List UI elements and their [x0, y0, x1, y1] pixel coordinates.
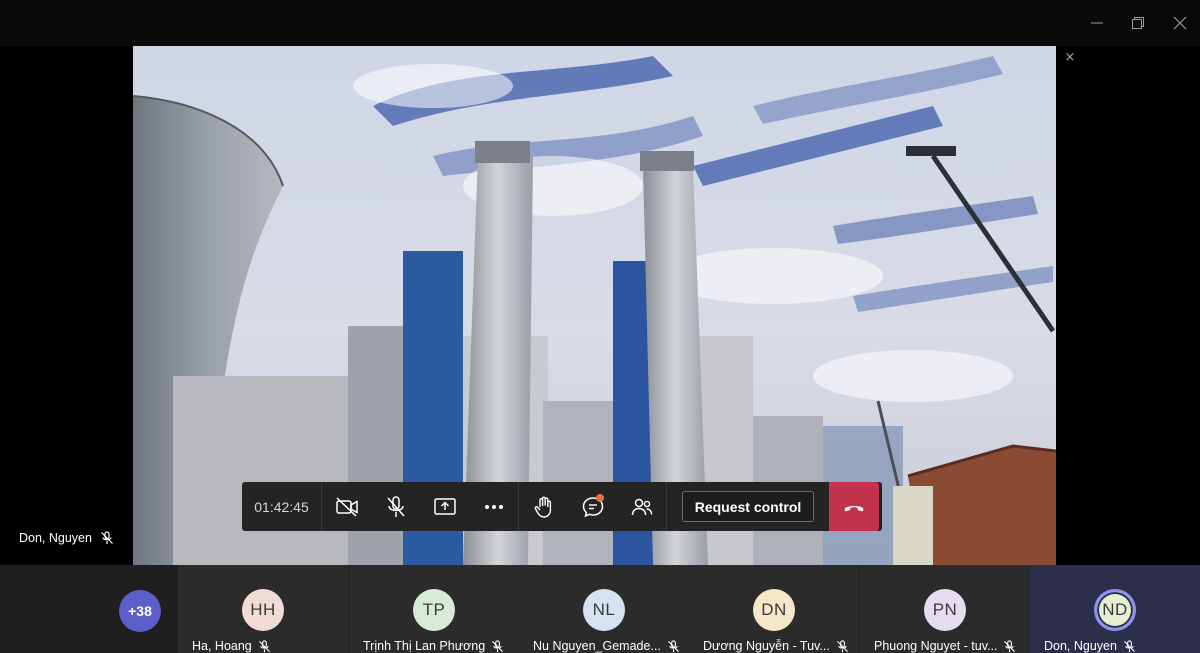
- request-control-wrap: Request control: [667, 482, 829, 531]
- avatar: ND: [1094, 589, 1136, 631]
- avatar: PN: [924, 589, 966, 631]
- minimize-button[interactable]: [1082, 8, 1112, 38]
- mic-off-icon: [836, 639, 848, 652]
- more-participants-button[interactable]: +38: [119, 590, 161, 632]
- participant-strip: +38 HH Ha, Hoang TP Trịnh Thị Lan Phương…: [0, 565, 1200, 653]
- participant-tile[interactable]: HH Ha, Hoang: [178, 565, 348, 653]
- share-screen-icon: [433, 497, 456, 515]
- mic-off-icon: [101, 531, 113, 544]
- participant-name-row: Ha, Hoang: [192, 639, 342, 653]
- participant-name-row: Phuong Nguyet - tuv...: [874, 639, 1024, 653]
- raise-hand-button[interactable]: [519, 482, 568, 531]
- close-icon: [1173, 16, 1187, 30]
- overflow-tile: +38: [0, 565, 178, 653]
- participant-name: Trịnh Thị Lan Phương: [363, 639, 486, 653]
- avatar: NL: [583, 589, 625, 631]
- participant-name: Dương Nguyễn - Tuv...: [703, 639, 830, 653]
- participant-name: Phuong Nguyet - tuv...: [874, 639, 998, 653]
- avatar: DN: [753, 589, 795, 631]
- participant-tile[interactable]: NL Nu Nguyen_Gemade...: [519, 565, 689, 653]
- camera-off-icon: [335, 496, 358, 517]
- mic-off-icon: [1004, 639, 1016, 652]
- mic-off-icon: [1123, 639, 1135, 652]
- avatar: HH: [242, 589, 284, 631]
- avatar: TP: [413, 589, 455, 631]
- more-actions-button[interactable]: [469, 482, 518, 531]
- title-bar: [0, 0, 1200, 46]
- share-screen-button[interactable]: [420, 482, 469, 531]
- participant-name-row: Dương Nguyễn - Tuv...: [703, 639, 853, 653]
- more-actions-icon: [484, 504, 503, 509]
- request-control-button[interactable]: Request control: [682, 491, 814, 522]
- restore-button[interactable]: [1123, 8, 1153, 38]
- meeting-timer: 01:42:45: [242, 482, 322, 531]
- hang-up-icon: [844, 505, 864, 511]
- mic-off-icon: [258, 639, 270, 652]
- close-window-button[interactable]: [1165, 8, 1195, 38]
- chat-button[interactable]: [568, 482, 617, 531]
- participants-icon: [631, 498, 652, 515]
- participant-tile-self[interactable]: ND Don, Nguyen: [1030, 565, 1200, 653]
- minimize-icon: [1091, 22, 1103, 24]
- mic-off-icon: [386, 495, 405, 517]
- stage-close-button[interactable]: ×: [1062, 50, 1078, 66]
- mic-off-icon: [667, 639, 679, 652]
- participant-name: Nu Nguyen_Gemade...: [533, 639, 661, 653]
- participant-name-row: Nu Nguyen_Gemade...: [533, 639, 683, 653]
- meeting-controls: 01:42:45 Request control: [242, 482, 882, 531]
- participant-tile[interactable]: DN Dương Nguyễn - Tuv...: [689, 565, 859, 653]
- raise-hand-icon: [534, 496, 551, 518]
- participant-name-row: Don, Nguyen: [1044, 639, 1194, 653]
- camera-toggle-button[interactable]: [322, 482, 371, 531]
- meeting-stage: × Don, Nguyen 01:42:45 Request control: [0, 46, 1200, 565]
- participants-button[interactable]: [617, 482, 666, 531]
- chat-notification-dot: [596, 494, 604, 502]
- mic-off-icon: [492, 639, 504, 652]
- presenter-name: Don, Nguyen: [19, 531, 92, 545]
- participant-name: Don, Nguyen: [1044, 639, 1117, 653]
- presenter-label: Don, Nguyen: [19, 531, 114, 545]
- participant-tile[interactable]: PN Phuong Nguyet - tuv...: [860, 565, 1030, 653]
- participant-tile[interactable]: TP Trịnh Thị Lan Phương: [349, 565, 519, 653]
- hang-up-button[interactable]: [829, 482, 879, 531]
- mic-toggle-button[interactable]: [371, 482, 420, 531]
- participant-name-row: Trịnh Thị Lan Phương: [363, 639, 513, 653]
- participant-name: Ha, Hoang: [192, 639, 252, 653]
- restore-icon: [1132, 17, 1144, 29]
